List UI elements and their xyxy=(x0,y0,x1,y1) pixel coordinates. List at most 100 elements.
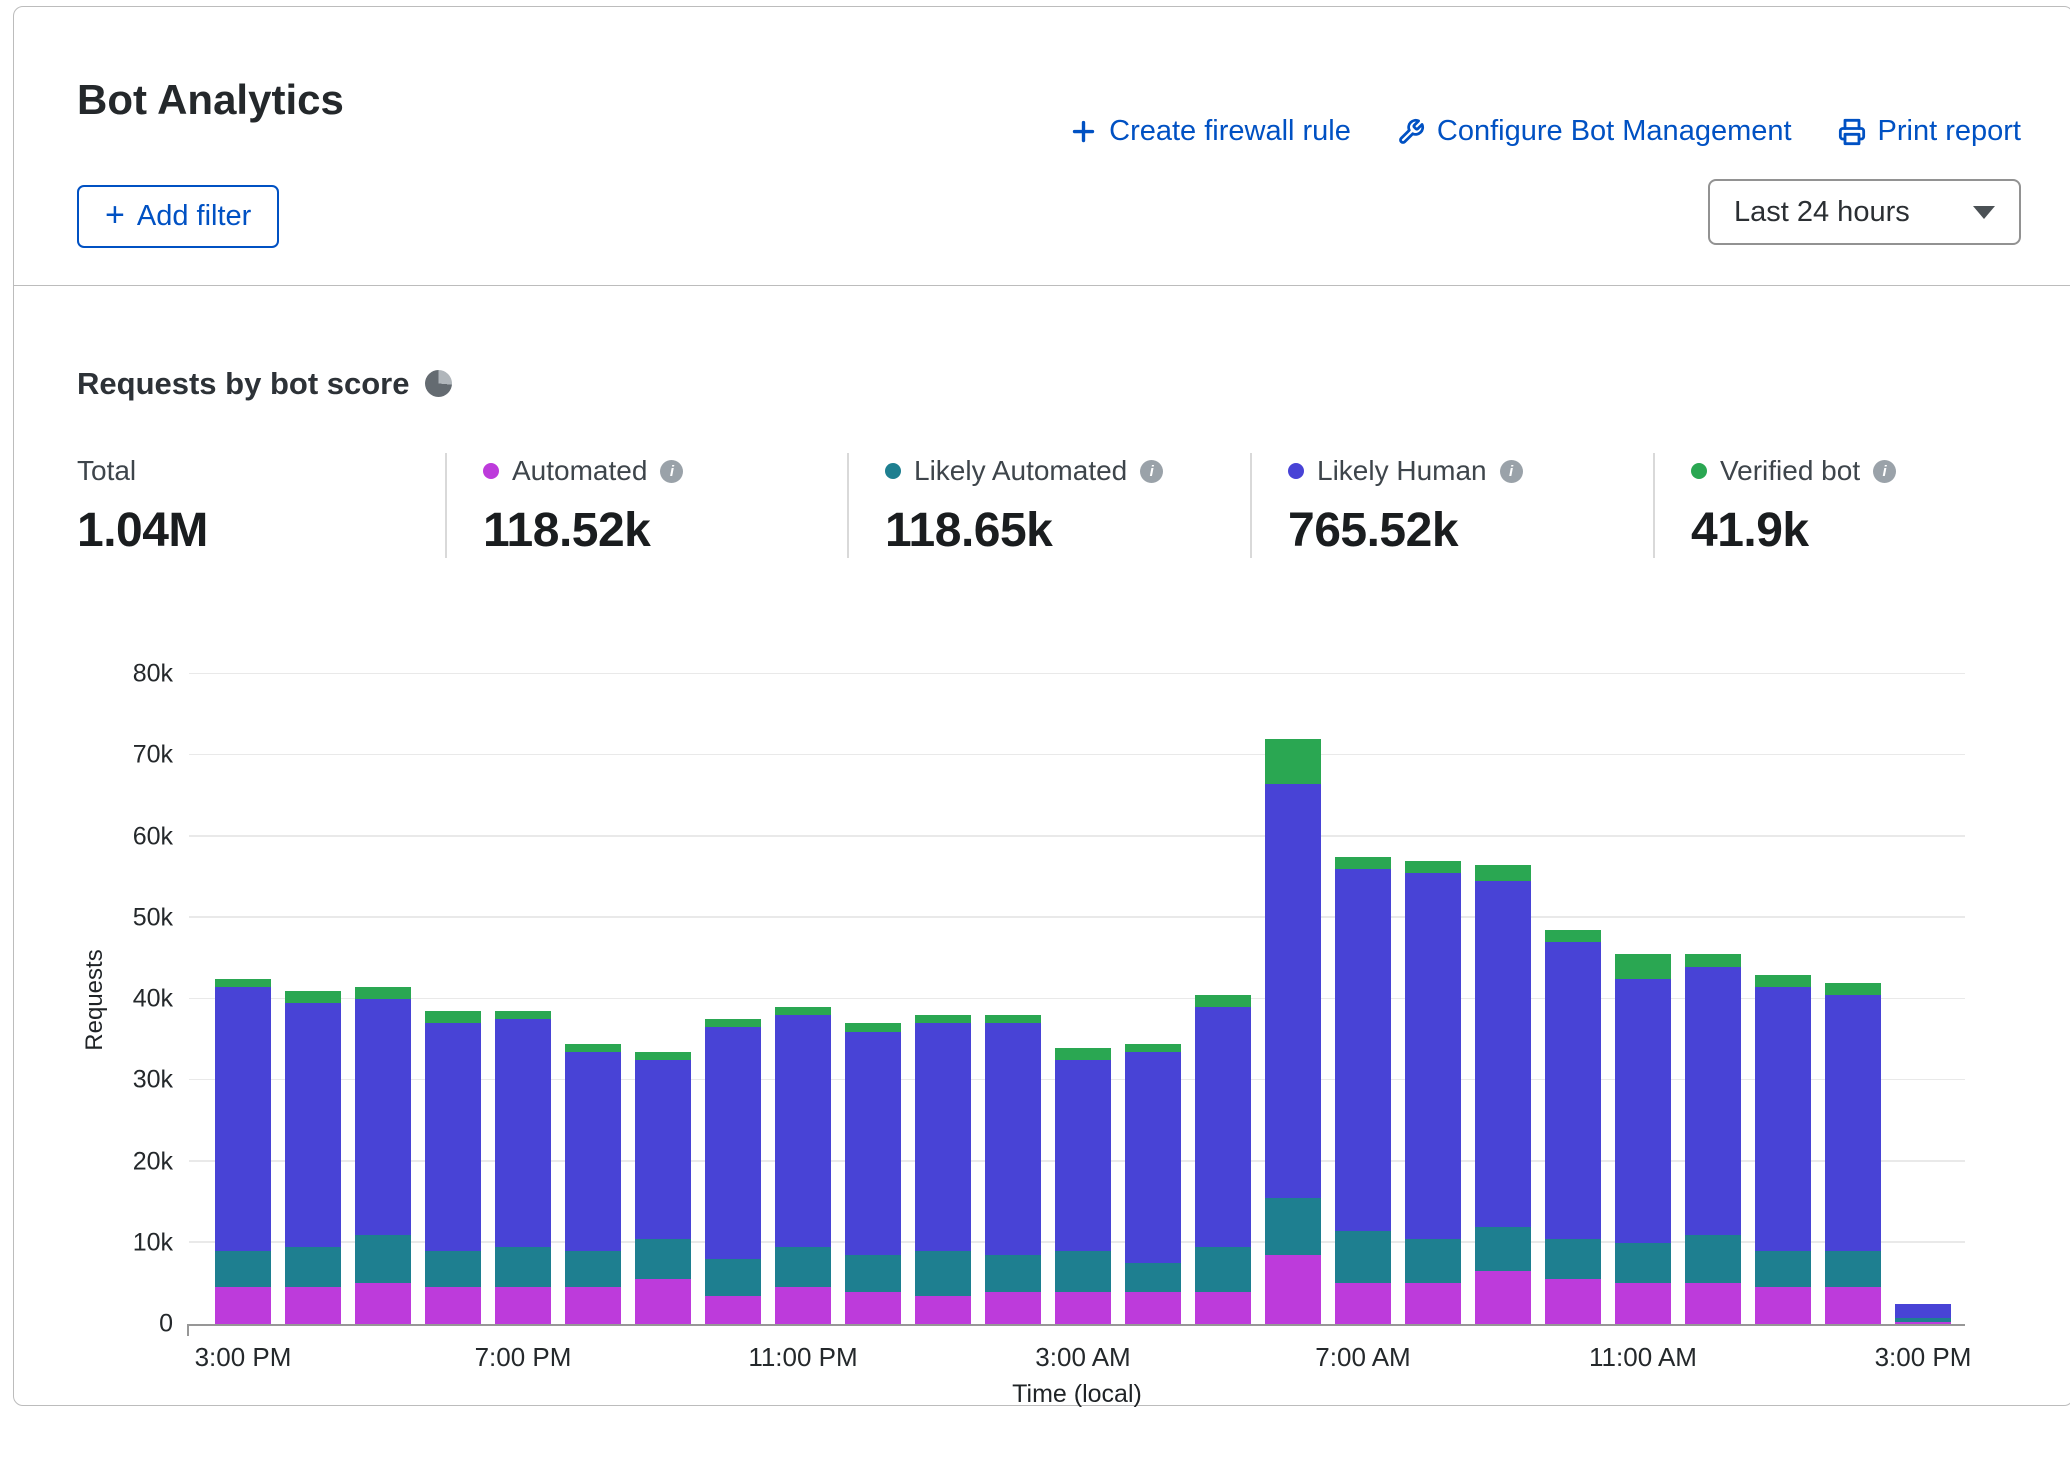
stacked-bar[interactable] xyxy=(565,1044,621,1324)
stacked-bar[interactable] xyxy=(495,1011,551,1324)
section-header: Requests by bot score xyxy=(77,368,2070,399)
bar-segment-verified-bot xyxy=(1335,857,1391,869)
bar-segment-verified-bot xyxy=(635,1052,691,1060)
bar-segment-likely-automated xyxy=(1265,1198,1321,1255)
stacked-bar[interactable] xyxy=(355,987,411,1324)
stacked-bar[interactable] xyxy=(915,1015,971,1324)
bar-segment-automated xyxy=(985,1292,1041,1325)
bar-segment-automated xyxy=(915,1296,971,1324)
stacked-bar[interactable] xyxy=(1615,954,1671,1324)
bar-segment-verified-bot xyxy=(1615,954,1671,978)
stacked-bar[interactable] xyxy=(985,1015,1041,1324)
stacked-bar[interactable] xyxy=(1125,1044,1181,1324)
y-tick-label: 40k xyxy=(87,987,173,1012)
automated-legend-dot xyxy=(483,463,499,479)
bar-segment-verified-bot xyxy=(565,1044,621,1052)
stacked-bar[interactable] xyxy=(1405,861,1461,1324)
add-filter-button[interactable]: + Add filter xyxy=(77,185,279,248)
bar-segment-automated xyxy=(565,1287,621,1324)
bar-segment-likely-human xyxy=(1055,1060,1111,1251)
bar-segment-verified-bot xyxy=(775,1007,831,1015)
bar-segment-automated xyxy=(1405,1283,1461,1324)
info-icon[interactable]: i xyxy=(1140,460,1163,483)
gridline xyxy=(189,835,1965,837)
total-label: Total xyxy=(77,455,136,487)
stacked-bar[interactable] xyxy=(1195,995,1251,1324)
print-report-link[interactable]: Print report xyxy=(1838,115,2021,148)
likely-human-label: Likely Human xyxy=(1317,455,1487,487)
bar-segment-verified-bot xyxy=(845,1023,901,1031)
info-icon[interactable]: i xyxy=(660,460,683,483)
likely-human-legend-dot xyxy=(1288,463,1304,479)
bar-segment-verified-bot xyxy=(1685,954,1741,966)
bar-segment-likely-automated xyxy=(1195,1247,1251,1292)
bar-segment-automated xyxy=(1755,1287,1811,1324)
y-tick-label: 70k xyxy=(87,743,173,768)
stacked-bar[interactable] xyxy=(1545,930,1601,1324)
content: Requests by bot score Total 1.04M Automa… xyxy=(14,286,2070,1466)
printer-icon xyxy=(1838,118,1866,146)
stacked-bar[interactable] xyxy=(1825,983,1881,1324)
stacked-bar[interactable] xyxy=(1755,975,1811,1324)
likely-human-value: 765.52k xyxy=(1288,503,1653,558)
stacked-bar[interactable] xyxy=(705,1019,761,1324)
stacked-bar[interactable] xyxy=(425,1011,481,1324)
section-title: Requests by bot score xyxy=(77,368,409,399)
header-actions: Create firewall rule Configure Bot Manag… xyxy=(1070,115,2021,148)
plus-icon xyxy=(1070,118,1097,145)
chart-plot: Requests Time (local) 010k20k30k40k50k60… xyxy=(189,676,1965,1326)
likely-automated-label: Likely Automated xyxy=(914,455,1127,487)
stacked-bar[interactable] xyxy=(1335,857,1391,1324)
stacked-bar[interactable] xyxy=(215,979,271,1324)
stacked-bar[interactable] xyxy=(845,1023,901,1324)
bar-segment-verified-bot xyxy=(495,1011,551,1019)
bar-segment-likely-human xyxy=(635,1060,691,1239)
stacked-bar[interactable] xyxy=(1265,739,1321,1324)
create-firewall-rule-link[interactable]: Create firewall rule xyxy=(1070,115,1351,148)
chevron-down-icon xyxy=(1973,206,1995,219)
time-range-select[interactable]: Last 24 hours xyxy=(1708,179,2021,245)
bar-segment-verified-bot xyxy=(1265,739,1321,784)
bar-segment-automated xyxy=(1195,1292,1251,1325)
info-icon[interactable]: i xyxy=(1873,460,1896,483)
y-tick-label: 0 xyxy=(87,1312,173,1337)
bar-segment-verified-bot xyxy=(1475,865,1531,881)
stacked-bar[interactable] xyxy=(1895,1304,1951,1324)
bar-segment-likely-human xyxy=(1825,995,1881,1251)
create-firewall-rule-label: Create firewall rule xyxy=(1109,115,1351,148)
bar-segment-likely-human xyxy=(1895,1304,1951,1318)
bar-segment-likely-automated xyxy=(1615,1243,1671,1284)
bar-segment-automated xyxy=(775,1287,831,1324)
bar-segment-likely-human xyxy=(1335,869,1391,1231)
configure-bot-management-link[interactable]: Configure Bot Management xyxy=(1397,115,1792,148)
gridline xyxy=(189,754,1965,756)
stacked-bar[interactable] xyxy=(1055,1048,1111,1324)
automated-label: Automated xyxy=(512,455,647,487)
gridline xyxy=(189,673,1965,675)
info-icon[interactable]: i xyxy=(1500,460,1523,483)
bar-segment-verified-bot xyxy=(425,1011,481,1023)
bar-segment-likely-automated xyxy=(1685,1235,1741,1284)
stacked-bar[interactable] xyxy=(285,991,341,1324)
bar-segment-likely-automated xyxy=(775,1247,831,1288)
stacked-bar[interactable] xyxy=(635,1052,691,1324)
bar-segment-verified-bot xyxy=(1195,995,1251,1007)
wrench-icon xyxy=(1397,118,1425,146)
bar-segment-likely-human xyxy=(705,1027,761,1259)
bar-segment-likely-automated xyxy=(845,1255,901,1292)
stacked-bar[interactable] xyxy=(1685,954,1741,1324)
bar-segment-verified-bot xyxy=(915,1015,971,1023)
y-tick-label: 20k xyxy=(87,1149,173,1174)
stat-total: Total 1.04M xyxy=(77,453,445,558)
stacked-bar[interactable] xyxy=(1475,865,1531,1324)
stacked-bar[interactable] xyxy=(775,1007,831,1324)
gridline xyxy=(189,916,1965,918)
bar-segment-verified-bot xyxy=(1405,861,1461,873)
bar-segment-likely-human xyxy=(1195,1007,1251,1247)
y-tick-label: 60k xyxy=(87,824,173,849)
bar-segment-automated xyxy=(845,1292,901,1325)
print-report-label: Print report xyxy=(1878,115,2021,148)
x-tick-label: 7:00 PM xyxy=(475,1344,572,1370)
stat-automated: Automated i 118.52k xyxy=(445,453,847,558)
bar-segment-likely-automated xyxy=(1335,1231,1391,1284)
